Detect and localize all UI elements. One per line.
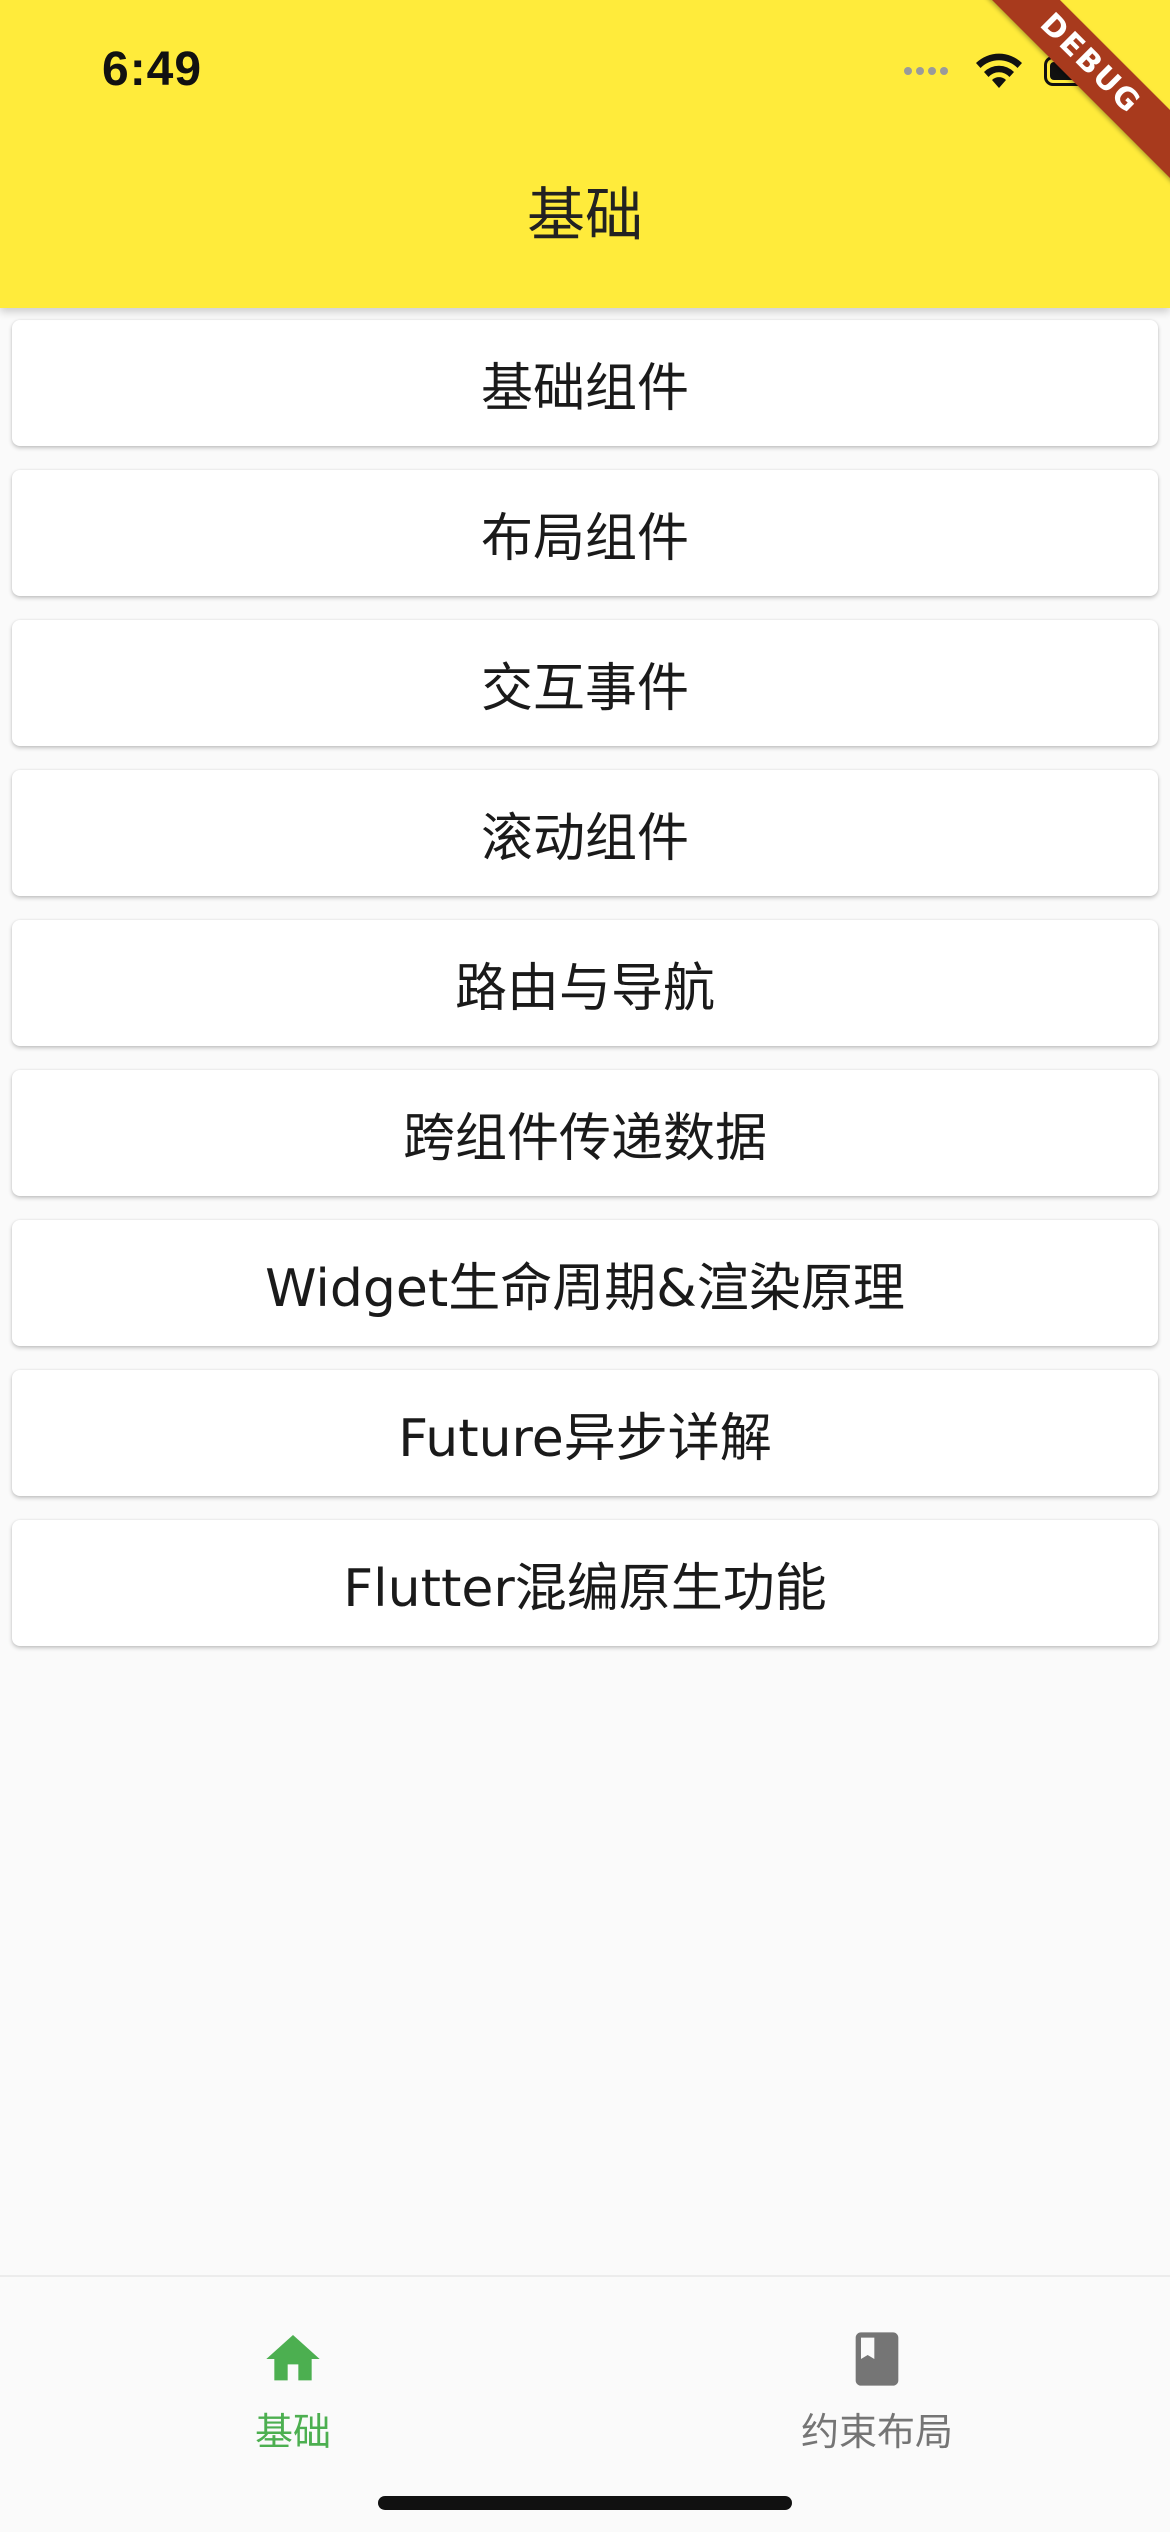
list-item-label: 路由与导航 bbox=[454, 958, 715, 1019]
home-indicator[interactable] bbox=[378, 2496, 792, 2510]
nav-label: 约束布局 bbox=[800, 2410, 953, 2454]
list-item-label: 基础组件 bbox=[480, 358, 689, 419]
nav-item-basics[interactable]: 基础 bbox=[143, 2327, 443, 2456]
page-title: 基础 bbox=[526, 181, 643, 249]
list-item-future-async[interactable]: Future异步详解 bbox=[12, 1370, 1158, 1496]
book-icon bbox=[855, 2332, 899, 2386]
menu-list: 基础组件 布局组件 交互事件 滚动组件 路由与导航 跨组件传递数据 Widget… bbox=[12, 320, 1158, 1670]
list-item-scroll-widgets[interactable]: 滚动组件 bbox=[12, 770, 1158, 896]
nav-item-constraint-layout[interactable]: 约束布局 bbox=[727, 2327, 1027, 2456]
list-item-flutter-native[interactable]: Flutter混编原生功能 bbox=[12, 1520, 1158, 1646]
list-item-label: 交互事件 bbox=[480, 658, 689, 719]
list-item-routing-navigation[interactable]: 路由与导航 bbox=[12, 920, 1158, 1046]
nav-label: 基础 bbox=[254, 2410, 331, 2454]
list-item-interaction-events[interactable]: 交互事件 bbox=[12, 620, 1158, 746]
list-item-label: 滚动组件 bbox=[480, 808, 689, 869]
home-icon bbox=[266, 2335, 320, 2381]
wifi-icon bbox=[976, 53, 1022, 88]
list-item-label: Future异步详解 bbox=[398, 1408, 772, 1469]
cellular-signal-icon bbox=[904, 67, 952, 75]
status-time: 6:49 bbox=[102, 43, 203, 96]
list-item-widget-lifecycle[interactable]: Widget生命周期&渲染原理 bbox=[12, 1220, 1158, 1346]
list-item-label: 布局组件 bbox=[480, 508, 689, 569]
list-item-layout-widgets[interactable]: 布局组件 bbox=[12, 470, 1158, 596]
app-screen: 6:49 基础 DEBUG 基础组件 布局组件 交互事件 滚动组件 路由与导航 … bbox=[0, 0, 1170, 2532]
list-item-basic-widgets[interactable]: 基础组件 bbox=[12, 320, 1158, 446]
bottom-navigation-bar: 基础 约束布局 bbox=[0, 2275, 1170, 2532]
app-bar: 6:49 基础 bbox=[0, 0, 1170, 308]
list-item-label: 跨组件传递数据 bbox=[402, 1108, 767, 1169]
list-item-label: Widget生命周期&渲染原理 bbox=[265, 1258, 905, 1319]
list-item-cross-widget-data[interactable]: 跨组件传递数据 bbox=[12, 1070, 1158, 1196]
list-item-label: Flutter混编原生功能 bbox=[343, 1558, 827, 1619]
